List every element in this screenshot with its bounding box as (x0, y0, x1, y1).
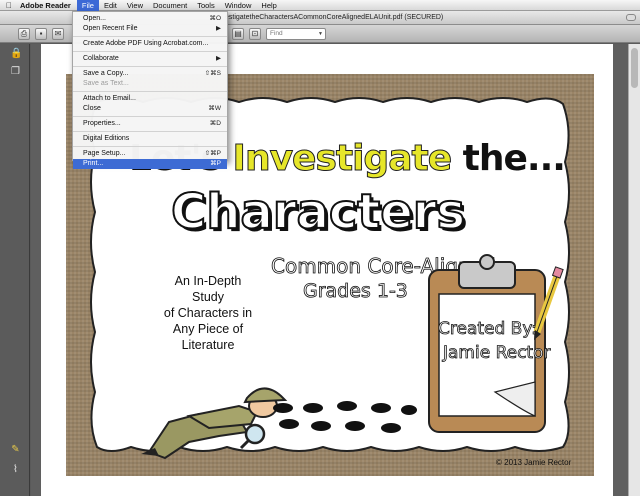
clipboard-illustration (428, 254, 564, 433)
menu-item-shortcut: ⌘W (208, 105, 221, 112)
file-menu-item[interactable]: Open... ⌘O (73, 14, 227, 24)
menu-item-label: Save a Copy... (83, 70, 129, 77)
file-menu-item[interactable]: Digital Editions (73, 134, 227, 144)
app-menu[interactable]: Adobe Reader (18, 0, 77, 11)
menu-bar:  Adobe Reader File Edit View Document T… (0, 0, 640, 11)
lock-icon[interactable]: 🔒 (10, 48, 22, 59)
menu-separator (73, 51, 227, 52)
apple-icon[interactable]:  (0, 0, 18, 11)
menu-separator (73, 91, 227, 92)
chevron-down-icon[interactable]: ▼ (318, 29, 323, 39)
menu-item-shortcut: ▶ (216, 25, 221, 32)
attachment-icon[interactable]: ⌇ (10, 464, 21, 475)
menu-item-label: Attach to Email... (83, 95, 136, 102)
menu-document[interactable]: Document (148, 0, 192, 11)
menu-item-shortcut: ⇧⌘P (204, 150, 221, 157)
title-characters: Characters (170, 183, 466, 241)
study-line-5: Literature (181, 338, 235, 352)
detective-illustration (141, 387, 288, 460)
toolbar-toggle-icon[interactable] (626, 14, 636, 21)
menu-edit[interactable]: Edit (99, 0, 122, 11)
file-menu-item[interactable]: Collaborate ▶ (73, 54, 227, 64)
menu-item-label: Page Setup... (83, 150, 126, 157)
share-icon: ✉ (54, 29, 62, 38)
menu-window[interactable]: Window (220, 0, 257, 11)
file-menu-item[interactable]: Close ⌘W (73, 104, 227, 114)
grades-label: Grades 1-3 (303, 280, 409, 303)
menu-item-label: Digital Editions (83, 135, 130, 142)
menu-item-label: Collaborate (83, 55, 119, 62)
study-line-3: of Characters in (163, 306, 253, 320)
disk-icon: ▪ (39, 29, 43, 38)
file-menu-item[interactable]: Print... ⌘P (73, 159, 227, 169)
menu-item-label: Save as Text... (83, 80, 129, 87)
scroll-thumb[interactable] (631, 48, 638, 88)
study-line-1: An In-Depth (174, 274, 242, 288)
file-menu-item[interactable]: Properties... ⌘D (73, 119, 227, 129)
author-name: Jamie Rector (443, 343, 551, 364)
printer-icon: ⎙ (20, 29, 28, 38)
menu-separator (73, 131, 227, 132)
navigation-pane: 🔒 ❐ ✎ ⌇ (0, 44, 30, 496)
file-menu-item: Save as Text... (73, 79, 227, 89)
menu-item-shortcut: ⇧⌘S (204, 70, 221, 77)
menu-separator (73, 36, 227, 37)
menu-item-shortcut: ⌘D (209, 120, 221, 127)
file-menu-item[interactable]: Save a Copy... ⇧⌘S (73, 69, 227, 79)
file-menu-item[interactable]: Attach to Email... (73, 94, 227, 104)
menu-separator (73, 116, 227, 117)
menu-item-label: Create Adobe PDF Using Acrobat.com... (83, 40, 209, 47)
menu-item-label: Open... (83, 15, 106, 22)
copyright-text: © 2013 Jamie Rector (496, 458, 572, 467)
study-line-2: Study (192, 290, 224, 304)
menu-file[interactable]: File (76, 0, 99, 11)
menu-item-label: Print... (83, 160, 104, 167)
menu-tools[interactable]: Tools (192, 0, 220, 11)
print-button[interactable]: ⎙ (18, 28, 30, 40)
file-menu-item[interactable]: Create Adobe PDF Using Acrobat.com... (73, 39, 227, 49)
find-field[interactable]: Find ▼ (266, 28, 326, 40)
file-menu: Open... ⌘O Open Recent File ▶ Create Adobe P… (72, 11, 228, 169)
share-button[interactable]: ✉ (52, 28, 64, 40)
vertical-scrollbar[interactable] (628, 44, 640, 496)
menu-item-label: Close (83, 105, 101, 112)
menu-item-label: Properties... (83, 120, 121, 127)
page-icon: ▤ (234, 29, 242, 38)
file-menu-item[interactable]: Page Setup... ⇧⌘P (73, 149, 227, 159)
fit-icon: ⊡ (251, 29, 259, 38)
menu-item-shortcut: ⌘P (210, 160, 221, 167)
menu-item-shortcut: ▶ (216, 55, 221, 62)
pages-icon[interactable]: ❐ (10, 66, 21, 77)
find-placeholder: Find (270, 30, 283, 37)
fit-page-button[interactable]: ⊡ (249, 28, 261, 40)
menu-item-shortcut: ⌘O (209, 15, 221, 22)
menu-view[interactable]: View (122, 0, 148, 11)
window-title: estigatetheCharactersACommonCoreAlignedE… (225, 14, 444, 21)
comment-icon[interactable]: ✎ (10, 444, 21, 455)
footprints-illustration (273, 401, 417, 433)
menu-help[interactable]: Help (256, 0, 281, 11)
save-button[interactable]: ▪ (35, 28, 47, 40)
menu-separator (73, 66, 227, 67)
file-menu-item[interactable]: Open Recent File ▶ (73, 24, 227, 34)
study-line-4: Any Piece of (172, 322, 244, 336)
menu-item-label: Open Recent File (83, 25, 138, 32)
page-layout-button[interactable]: ▤ (232, 28, 244, 40)
menu-separator (73, 146, 227, 147)
created-by-label: Created By: (438, 319, 538, 340)
